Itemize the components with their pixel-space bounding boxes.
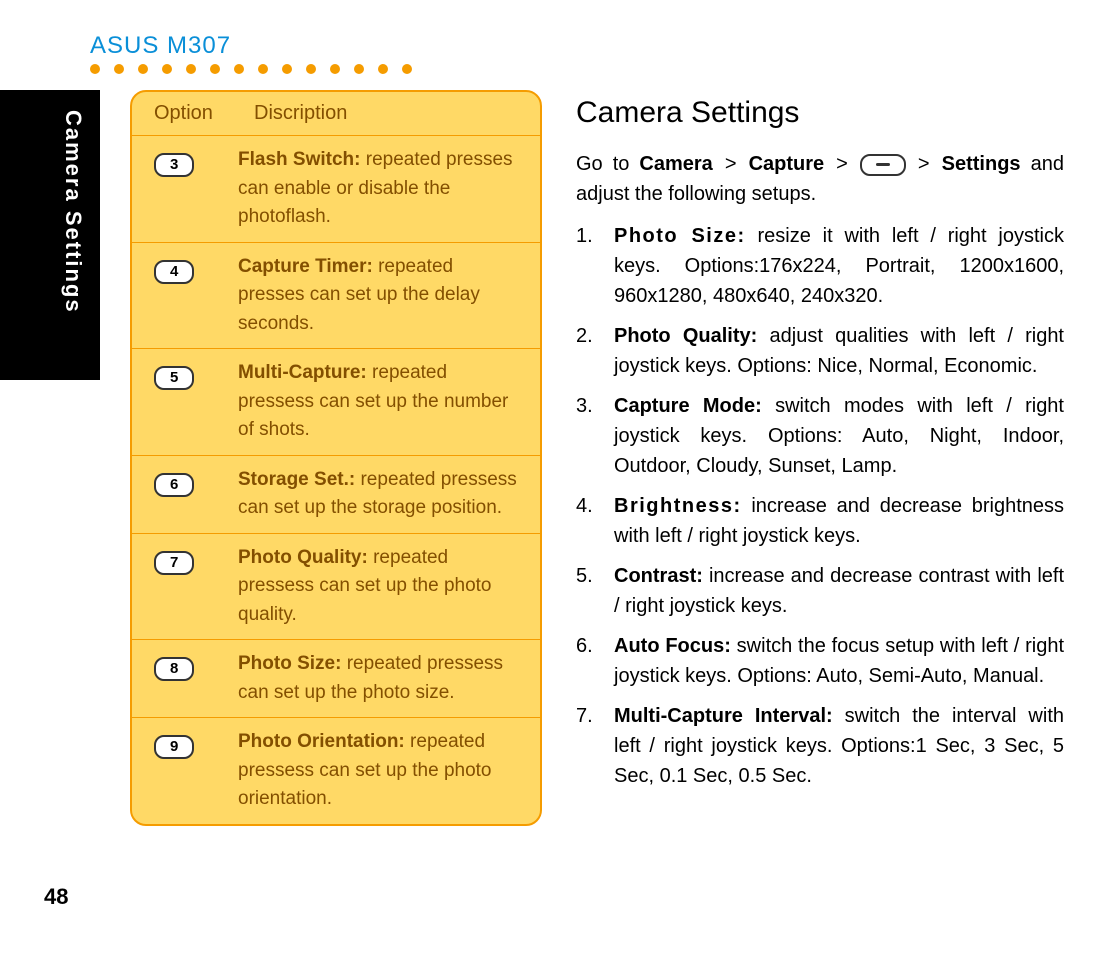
list-item-number: 4. [576, 491, 614, 551]
list-item-body: Contrast: increase and decrease contrast… [614, 561, 1064, 621]
table-row: 5 Multi-Capture: repeated pressess can se… [132, 348, 540, 455]
list-item: 1.Photo Size: resize it with left / righ… [576, 221, 1064, 311]
page-number: 48 [44, 884, 68, 910]
list-item: 6.Auto Focus: switch the focus setup wit… [576, 631, 1064, 691]
key-button-icon: 7 [154, 551, 194, 575]
table-row: 6 Storage Set.: repeated pressess can set… [132, 455, 540, 533]
key-button-icon: 5 [154, 366, 194, 390]
list-item-number: 3. [576, 391, 614, 481]
row-description: Storage Set.: repeated pressess can set … [238, 466, 524, 523]
table-row: 8 Photo Size: repeated pressess can set u… [132, 639, 540, 717]
key-button-icon: 4 [154, 260, 194, 284]
table-header: Option Discription [132, 92, 540, 135]
key-button-icon: 6 [154, 473, 194, 497]
row-description: Photo Orientation: repeated pressess can… [238, 728, 524, 814]
table-row: 9 Photo Orientation: repeated pressess ca… [132, 717, 540, 824]
row-description: Photo Size: repeated pressess can set up… [238, 650, 524, 707]
section-title: Camera Settings [576, 90, 1064, 135]
key-button-icon: 3 [154, 153, 194, 177]
settings-column: Camera Settings Go to Camera > Capture >… [576, 90, 1064, 826]
list-item-body: Brightness: increase and decrease bright… [614, 491, 1064, 551]
row-description: Photo Quality: repeated pressess can set… [238, 544, 524, 630]
page-header: ASUS M307 [90, 32, 412, 74]
list-item-number: 2. [576, 321, 614, 381]
option-table: Option Discription 3 Flash Switch: repeat… [130, 90, 542, 826]
key-button-icon: 8 [154, 657, 194, 681]
table-row: 3 Flash Switch: repeated presses can enab… [132, 135, 540, 242]
list-item-number: 6. [576, 631, 614, 691]
list-item: 5.Contrast: increase and decrease contra… [576, 561, 1064, 621]
list-item-body: Photo Quality: adjust qualities with lef… [614, 321, 1064, 381]
list-item-body: Capture Mode: switch modes with left / r… [614, 391, 1064, 481]
list-item-body: Multi-Capture Interval: switch the inter… [614, 701, 1064, 791]
list-item: 2.Photo Quality: adjust qualities with l… [576, 321, 1064, 381]
dot-divider [90, 64, 412, 74]
list-item: 4.Brightness: increase and decrease brig… [576, 491, 1064, 551]
sidebar-label: Camera Settings [60, 110, 86, 314]
settings-list: 1.Photo Size: resize it with left / righ… [576, 221, 1064, 791]
list-item-number: 7. [576, 701, 614, 791]
list-item: 3.Capture Mode: switch modes with left /… [576, 391, 1064, 481]
th-description: Discription [254, 102, 347, 125]
intro-text: Go to Camera > Capture > > Settings and … [576, 149, 1064, 209]
row-description: Capture Timer: repeated presses can set … [238, 253, 524, 339]
list-item-body: Photo Size: resize it with left / right … [614, 221, 1064, 311]
list-item-body: Auto Focus: switch the focus setup with … [614, 631, 1064, 691]
list-item-number: 1. [576, 221, 614, 311]
key-button-icon: 9 [154, 735, 194, 759]
main-content: Option Discription 3 Flash Switch: repeat… [130, 90, 1070, 826]
table-row: 4 Capture Timer: repeated presses can set… [132, 242, 540, 349]
product-title: ASUS M307 [90, 32, 412, 60]
th-option: Option [154, 102, 254, 125]
row-description: Flash Switch: repeated presses can enabl… [238, 146, 524, 232]
list-item-number: 5. [576, 561, 614, 621]
table-row: 7 Photo Quality: repeated pressess can se… [132, 533, 540, 640]
softkey-icon [860, 154, 906, 176]
list-item: 7.Multi-Capture Interval: switch the int… [576, 701, 1064, 791]
row-description: Multi-Capture: repeated pressess can set… [238, 359, 524, 445]
